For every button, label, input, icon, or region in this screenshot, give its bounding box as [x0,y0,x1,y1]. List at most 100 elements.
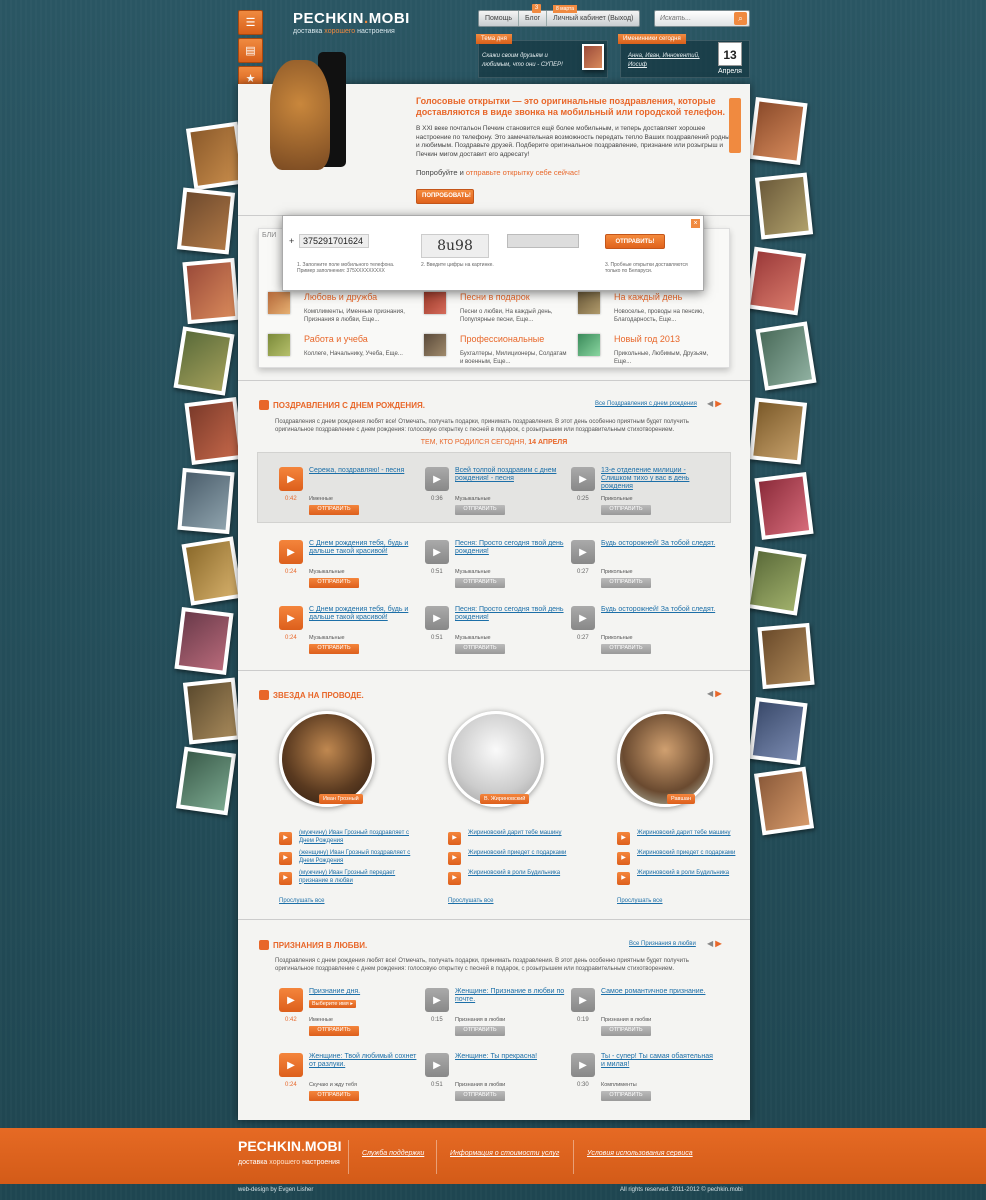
play-icon[interactable]: ▶ [617,852,630,865]
track-title[interactable]: 13-е отделение милиции - Слишком тихо у … [601,467,716,491]
track-send-button[interactable]: ОТПРАВИТЬ [455,1091,505,1101]
track-send-button[interactable]: ОТПРАВИТЬ [455,644,505,654]
nav-help[interactable]: Помощь [479,11,520,26]
track-title[interactable]: Будь осторожней! За тобой следят. [601,606,716,614]
track-send-button[interactable]: ОТПРАВИТЬ [455,505,505,515]
listen-all-link[interactable]: Прослушать все [448,898,494,904]
play-icon[interactable]: ▶ [279,467,303,491]
track-send-button[interactable]: ОТПРАВИТЬ [601,1091,651,1101]
next-arrow-icon[interactable]: ▶ [715,939,721,948]
track-send-button[interactable]: ОТПРАВИТЬ [601,644,651,654]
star-track-title[interactable]: (мужчину) Иван Грозный поздравляет с Дне… [299,830,424,845]
play-icon[interactable]: ▶ [279,988,303,1012]
star-track-title[interactable]: Жириновский приедет с подарками [637,850,762,858]
play-icon[interactable]: ▶ [425,540,449,564]
track-title[interactable]: Женщине: Твой любимый сохнет от разлуки. [309,1053,424,1069]
play-icon[interactable]: ▶ [279,872,292,885]
footer-support-link[interactable]: Служба поддержки [362,1150,424,1157]
phone-input[interactable] [299,234,369,248]
play-icon[interactable]: ▶ [617,872,630,885]
play-icon[interactable]: ▶ [279,852,292,865]
name-days-text[interactable]: Анна, Иван, Иннокентий, Иосиф [628,52,708,70]
star-track-title[interactable]: Жириновский приедет с подарками [468,850,593,858]
play-icon[interactable]: ▶ [448,832,461,845]
minus-icon[interactable] [259,690,269,700]
all-love-link[interactable]: Все Признания в любви [629,941,696,947]
select-name-dropdown[interactable]: Выберите имя ▸ [309,1000,357,1008]
play-icon[interactable]: ▶ [279,832,292,845]
track-send-button[interactable]: ОТПРАВИТЬ [601,1026,651,1036]
track-send-button[interactable]: ОТПРАВИТЬ [455,578,505,588]
play-icon[interactable]: ▶ [617,832,630,845]
footer-pricing-link[interactable]: Информация о стоимости услуг [450,1150,559,1157]
play-icon[interactable]: ▶ [425,988,449,1012]
track-title[interactable]: Песня: Просто сегодня твой день рождения… [455,540,570,556]
try-button[interactable]: ПОПРОБОВАТЬ! [416,189,474,204]
play-icon[interactable]: ▶ [571,606,595,630]
play-icon[interactable]: ▶ [448,852,461,865]
prev-arrow-icon[interactable]: ◀ [707,689,713,698]
track-send-button[interactable]: ОТПРАВИТЬ [601,578,651,588]
track-send-button[interactable]: ОТПРАВИТЬ [455,1026,505,1036]
play-icon[interactable]: ▶ [448,872,461,885]
star-track-title[interactable]: Жириновский дарит тебе машину [468,830,593,838]
theme-text[interactable]: Скажи своим друзьям и любимым, что они -… [482,52,572,70]
star-track-title[interactable]: Жириновский в роли Будильника [468,870,593,878]
menu-icon[interactable]: ☰ [238,10,263,35]
star-portrait-ivan[interactable] [279,711,375,807]
play-icon[interactable]: ▶ [425,1053,449,1077]
track-title[interactable]: Будь осторожней! За тобой следят. [601,540,716,548]
all-birthday-link[interactable]: Все Поздравления с днем рождения [595,401,697,407]
play-icon[interactable]: ▶ [279,540,303,564]
track-send-button[interactable]: ОТПРАВИТЬ [309,1091,359,1101]
star-track-title[interactable]: (женщину) Иван Грозный поздравляет с Дне… [299,850,424,865]
track-title[interactable]: С Днем рождения тебя, будь и дальше тако… [309,540,424,556]
nav-account[interactable]: Личный кабинет (Выход) [547,11,639,26]
track-title[interactable]: Женщине: Ты прекрасна! [455,1053,570,1061]
play-icon[interactable]: ▶ [571,540,595,564]
track-send-button[interactable]: ОТПРАВИТЬ [309,578,359,588]
track-title[interactable]: Сережа, поздравляю! - песня [309,467,424,475]
star-track-title[interactable]: Жириновский дарит тебе машину [637,830,762,838]
prev-arrow-icon[interactable]: ◀ [707,399,713,408]
next-arrow-icon[interactable]: ▶ [715,399,721,408]
track-title[interactable]: Ты - супер! Ты самая обаятельная и милая… [601,1053,716,1069]
minus-icon[interactable] [259,400,269,410]
listen-all-link[interactable]: Прослушать все [279,898,325,904]
star-track-title[interactable]: (мужчину) Иван Грозный передает признани… [299,870,424,885]
send-self-link[interactable]: отправьте открытку себе сейчас! [466,168,580,177]
book-icon[interactable]: ▤ [238,38,263,63]
search-icon[interactable]: ⌕ [734,12,747,25]
listen-all-link[interactable]: Прослушать все [617,898,663,904]
star-label[interactable]: Иван Грозный [319,794,363,804]
categories-tab[interactable]: БЛИ [262,232,276,239]
captcha-input[interactable] [507,234,579,248]
track-send-button[interactable]: ОТПРАВИТЬ [601,505,651,515]
play-icon[interactable]: ▶ [571,988,595,1012]
track-send-button[interactable]: ОТПРАВИТЬ [309,644,359,654]
play-icon[interactable]: ▶ [279,606,303,630]
next-arrow-icon[interactable]: ▶ [715,689,721,698]
track-title[interactable]: Песня: Просто сегодня твой день рождения… [455,606,570,622]
play-icon[interactable]: ▶ [425,606,449,630]
star-label[interactable]: В. Жириновский [480,794,530,804]
track-title[interactable]: Самое романтичное признание. [601,988,716,996]
play-icon[interactable]: ▶ [279,1053,303,1077]
star-track-title[interactable]: Жириновский в роли Будильника [637,870,762,878]
track-title[interactable]: Всей толпой поздравим с днем рождения! -… [455,467,570,483]
star-label[interactable]: Равшан [667,794,695,804]
track-title[interactable]: С Днем рождения тебя, будь и дальше тако… [309,606,424,622]
play-icon[interactable]: ▶ [571,1053,595,1077]
popup-send-button[interactable]: ОТПРАВИТЬ! [605,234,665,249]
play-icon[interactable]: ▶ [425,467,449,491]
track-send-button[interactable]: ОТПРАВИТЬ [309,505,359,515]
play-icon[interactable]: ▶ [571,467,595,491]
track-send-button[interactable]: ОТПРАВИТЬ [309,1026,359,1036]
track-title[interactable]: Признание дня. [309,988,424,996]
star-portrait-zhirinovsky[interactable] [448,711,544,807]
site-logo[interactable]: PECHKIN.MOBI [293,10,410,27]
footer-logo[interactable]: PECHKIN.MOBI [238,1138,341,1154]
close-icon[interactable]: × [691,219,700,228]
star-portrait-ravshan[interactable] [617,711,713,807]
footer-terms-link[interactable]: Условия использования сервиса [587,1150,693,1157]
